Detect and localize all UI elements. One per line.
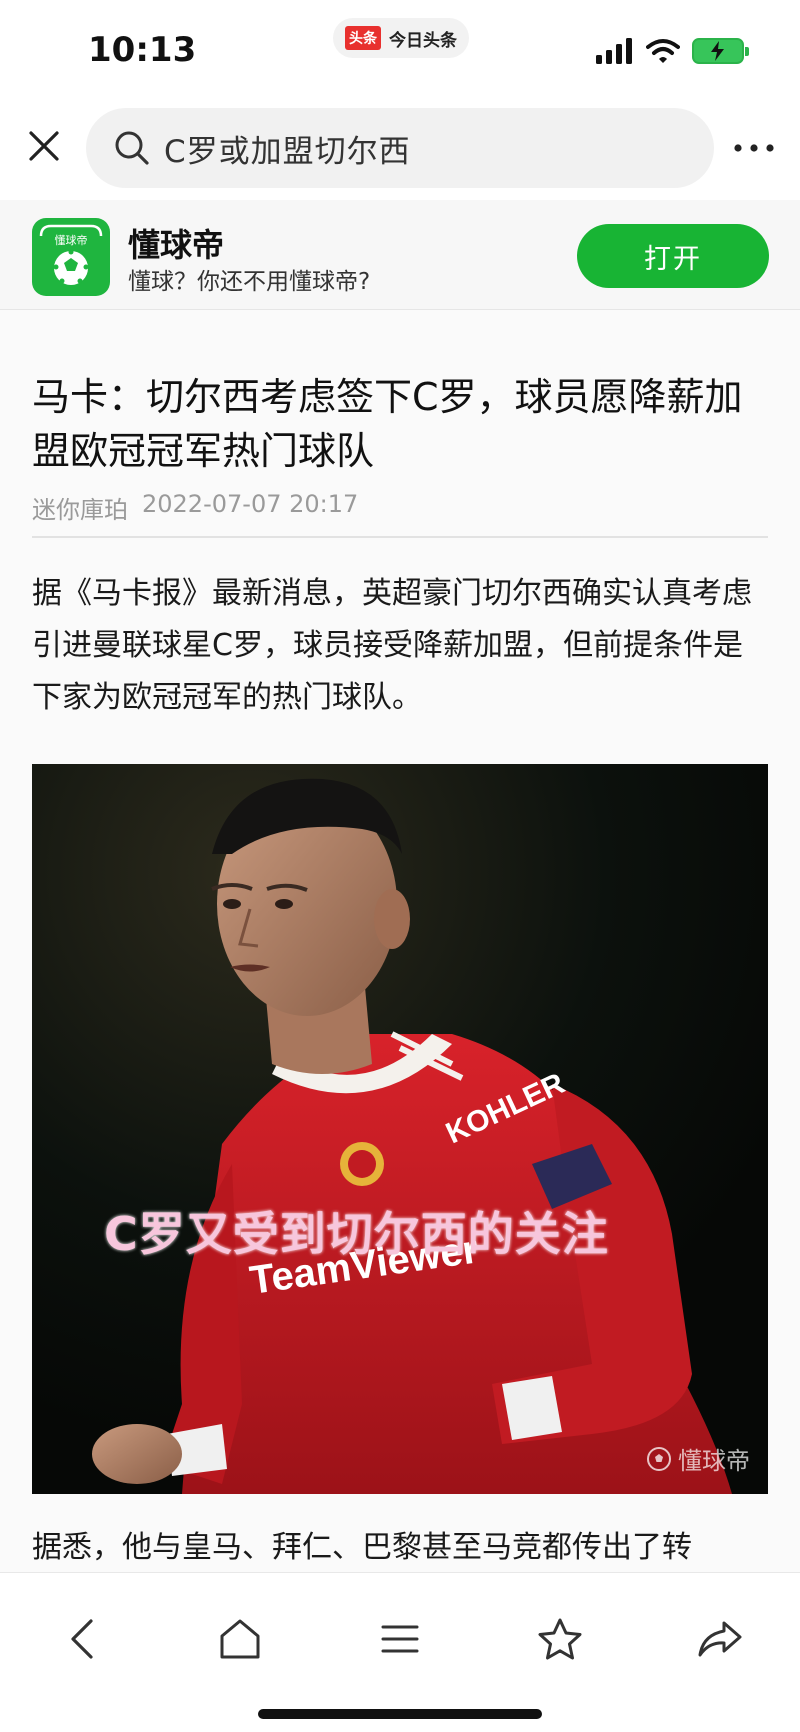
share-button[interactable] (690, 1609, 750, 1669)
close-button[interactable] (22, 124, 66, 168)
menu-icon (381, 1625, 419, 1653)
search-row: C罗或加盟切尔西 (0, 100, 800, 200)
article-photo[interactable]: TeamViewer KOHLER C罗又受到切尔西的关注 懂球帝 (32, 764, 768, 1494)
bottom-toolbar (0, 1572, 800, 1732)
menu-button[interactable] (370, 1609, 430, 1669)
status-icons (596, 38, 749, 64)
home-button[interactable] (210, 1609, 270, 1669)
article-meta: 迷你庫珀 2022-07-07 20:17 (32, 490, 358, 525)
more-button[interactable] (730, 128, 778, 168)
home-icon (220, 1619, 260, 1659)
home-indicator[interactable] (258, 1709, 542, 1719)
more-icon (734, 144, 774, 152)
image-caption: C罗又受到切尔西的关注 (104, 1207, 609, 1261)
signal-icon (596, 38, 632, 64)
status-time: 10:13 (88, 30, 197, 70)
article-author[interactable]: 迷你庫珀 (32, 490, 128, 525)
article-paragraph: 据悉，他与皇马、拜仁、巴黎甚至马竞都传出了转 (32, 1530, 692, 1565)
search-input[interactable]: C罗或加盟切尔西 (86, 108, 714, 188)
app-icon-text: 懂球帝 (55, 233, 88, 247)
wifi-icon (646, 39, 680, 63)
favorite-button[interactable] (530, 1609, 590, 1669)
soccer-ball-icon (647, 1446, 671, 1471)
battery-charging-icon (692, 38, 749, 64)
player-photo-illustration: TeamViewer KOHLER (32, 764, 768, 1494)
article: 马卡：切尔西考虑签下C罗，球员愿降薪加盟欧冠冠军热门球队 迷你庫珀 2022-0… (0, 310, 800, 1572)
watermark-text: 懂球帝 (678, 1447, 750, 1475)
toutiao-logo: 头条 (345, 26, 381, 50)
article-date: 2022-07-07 20:17 (142, 490, 359, 518)
close-icon (29, 131, 59, 161)
search-query: C罗或加盟切尔西 (164, 133, 411, 170)
star-icon (538, 1618, 582, 1660)
share-icon (698, 1621, 742, 1657)
image-watermark: 懂球帝 (646, 1441, 750, 1476)
divider (32, 536, 768, 538)
back-icon (71, 1619, 93, 1659)
app-name: 懂球帝 (128, 226, 225, 264)
search-icon (115, 131, 149, 165)
source-app-name: 今日头条 (389, 30, 457, 51)
article-title: 马卡：切尔西考虑签下C罗，球员愿降薪加盟欧冠冠军热门球队 (32, 375, 743, 473)
source-app-pill[interactable]: 头条 今日头条 (333, 18, 469, 58)
back-button[interactable] (52, 1609, 112, 1669)
app-subtitle: 懂球？你还不用懂球帝? (128, 269, 371, 295)
article-paragraph: 据《马卡报》最新消息，英超豪门切尔西确实认真考虑引进曼联球星C罗，球员接受降薪加… (32, 576, 752, 715)
status-bar: 10:13 头条 今日头条 (0, 0, 800, 100)
dongqiudi-app-icon: 懂球帝 (32, 218, 110, 296)
app-promo-banner: 懂球帝 懂球帝 懂球？你还不用懂球帝? 打开 (0, 200, 800, 310)
open-app-button[interactable]: 打开 (577, 224, 769, 288)
